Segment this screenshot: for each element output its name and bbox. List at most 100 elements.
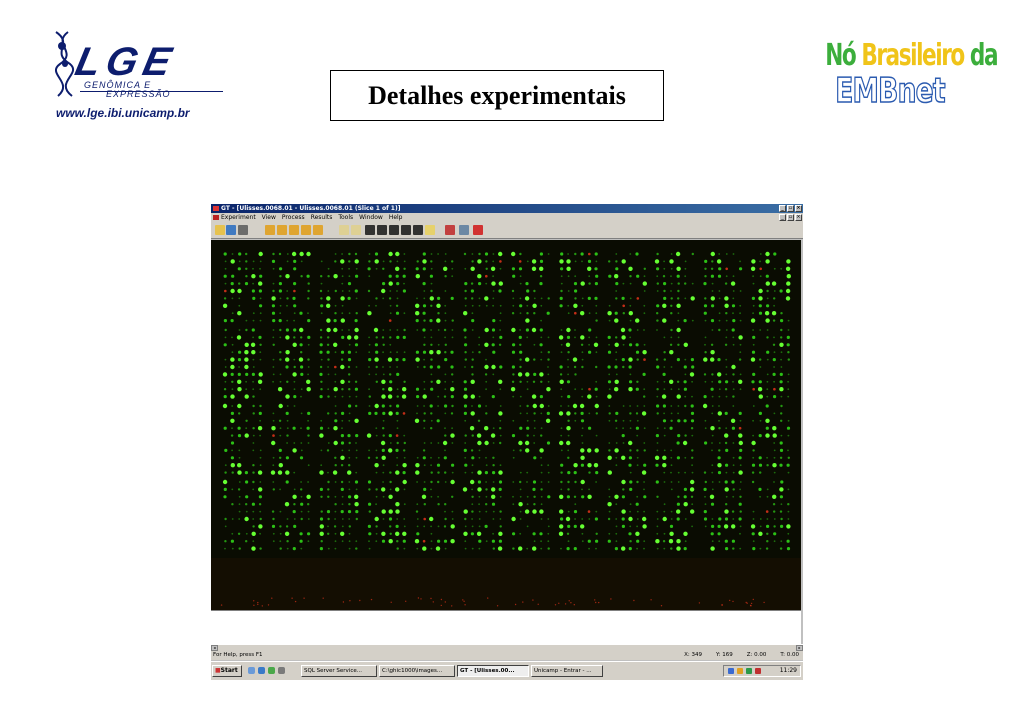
array-spot (547, 336, 550, 339)
tray-antivirus-icon[interactable] (755, 668, 761, 674)
array-spot (622, 419, 625, 422)
open-icon[interactable] (215, 225, 225, 235)
array-spot (512, 547, 515, 550)
array-spot (670, 481, 673, 483)
array-spot (292, 372, 297, 377)
array-spot (684, 434, 687, 437)
array-spot (642, 524, 647, 529)
array-spot (738, 411, 742, 415)
lge-url[interactable]: www.lge.ibi.unicamp.br (56, 106, 190, 120)
array-spot (723, 524, 729, 529)
array-spot (258, 335, 262, 339)
array-spot (464, 351, 467, 354)
ie-icon[interactable] (258, 667, 265, 674)
restore-button[interactable]: ▫ (787, 205, 794, 212)
array-spot (519, 329, 521, 331)
tray-volume-icon[interactable] (737, 668, 743, 674)
outlook-icon[interactable] (268, 667, 275, 674)
task-images-folder[interactable]: C:\ghic1000\images... (379, 665, 455, 677)
array-spot (244, 433, 249, 438)
array-spot (691, 319, 694, 322)
grid-select-2-icon[interactable] (351, 225, 361, 235)
start-button[interactable]: ■Start (212, 665, 242, 677)
child-minimize-button[interactable]: _ (779, 214, 786, 221)
array-spot (285, 365, 289, 369)
child-restore-button[interactable]: ▫ (787, 214, 794, 221)
tray-network-icon[interactable] (728, 668, 734, 674)
menu-window[interactable]: Window (359, 213, 383, 222)
task-unicamp[interactable]: Unicamp - Entrar - ... (531, 665, 603, 677)
help-pointer-icon[interactable] (401, 225, 411, 235)
array-spot (272, 336, 275, 339)
array-spot (765, 281, 770, 286)
pointer-grid-icon[interactable] (377, 225, 387, 235)
array-spot (444, 275, 447, 278)
desktop-icon[interactable] (248, 667, 255, 674)
pointer-icon[interactable] (365, 225, 375, 235)
menu-help[interactable]: Help (389, 213, 403, 222)
array-spot (718, 449, 721, 452)
array-spot (615, 267, 619, 271)
array-spot (422, 328, 426, 332)
sort-down-icon[interactable] (301, 225, 311, 235)
print-icon[interactable] (238, 225, 248, 235)
minimize-button[interactable]: _ (779, 205, 786, 212)
array-spot (367, 311, 372, 316)
array-spot (588, 282, 591, 285)
array-spot (663, 481, 666, 483)
array-spot (636, 419, 639, 422)
microarray-image[interactable] (211, 240, 801, 610)
array-spot (375, 373, 377, 376)
array-spot (677, 312, 680, 315)
array-spot (581, 532, 584, 535)
results-pane[interactable] (211, 610, 801, 644)
array-spot (751, 480, 755, 484)
array-spot (580, 335, 585, 340)
array-spot (669, 524, 674, 528)
menu-experiment[interactable]: Experiment (221, 213, 256, 222)
array-spot (368, 304, 370, 307)
child-close-button[interactable]: × (795, 214, 802, 221)
save-icon[interactable] (226, 225, 236, 235)
help-pointer-2-icon[interactable] (413, 225, 423, 235)
grid-select-icon[interactable] (339, 225, 349, 235)
array-spot (320, 464, 323, 467)
array-spot (231, 427, 233, 430)
pointer-spot-icon[interactable] (389, 225, 399, 235)
task-sql-server[interactable]: SQL Server Service... (301, 665, 377, 677)
menu-process[interactable]: Process (282, 213, 305, 222)
array-spot (710, 267, 714, 270)
menu-tools[interactable]: Tools (338, 213, 353, 222)
help-pointer-3-icon[interactable] (425, 225, 435, 235)
array-spot (519, 510, 522, 513)
array-spot (237, 387, 242, 392)
sort-up-icon[interactable] (289, 225, 299, 235)
menu-results[interactable]: Results (311, 213, 333, 222)
array-spot (451, 442, 454, 444)
array-spot (499, 319, 502, 322)
task-gt[interactable]: GT - [Ulisses.00... (457, 665, 529, 677)
array-spot (368, 336, 370, 339)
copy-icon[interactable] (459, 225, 469, 235)
record-icon[interactable] (473, 225, 483, 235)
tray-app-icon[interactable] (746, 668, 752, 674)
close-button[interactable]: × (795, 205, 802, 212)
vertical-scrollbar[interactable] (801, 240, 803, 644)
array-spot (271, 510, 275, 513)
arrow-down-icon[interactable] (277, 225, 287, 235)
array-spot (684, 282, 687, 285)
export-icon[interactable] (445, 225, 455, 235)
array-spot (259, 404, 262, 408)
array-spot (244, 364, 249, 370)
array-spot (257, 470, 263, 475)
array-spot (340, 259, 345, 264)
array-spot (416, 412, 418, 415)
sort-both-icon[interactable] (313, 225, 323, 235)
horizontal-scrollbar[interactable]: ◂ ▸ (211, 644, 803, 651)
menu-view[interactable]: View (262, 213, 276, 222)
embnet-line-1: Nó Brasileiro da (825, 38, 998, 73)
edge-noise-spot (698, 602, 701, 604)
quick-launch-icon[interactable] (278, 667, 285, 674)
arrow-up-icon[interactable] (265, 225, 275, 235)
microarray-viewer[interactable] (211, 240, 801, 610)
